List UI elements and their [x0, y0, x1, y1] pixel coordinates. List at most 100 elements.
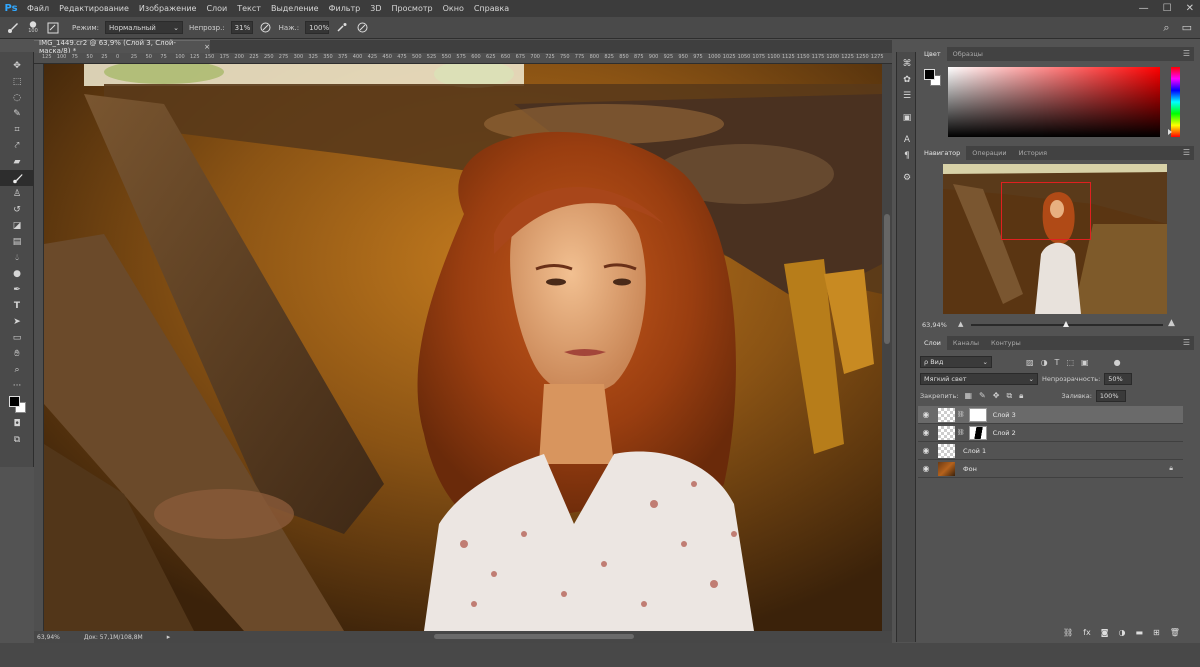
color-swatches[interactable]	[0, 394, 34, 416]
opacity-input[interactable]: 31%	[230, 21, 253, 34]
blur-tool-icon[interactable]: 💧︎	[0, 250, 34, 266]
quick-select-tool-icon[interactable]: ✎	[0, 106, 34, 122]
document-tab[interactable]: IMG_1449.cr2 @ 63,9% (Слой 3, Слой-маска…	[34, 39, 210, 55]
filter-pixel-icon[interactable]: ▨	[1026, 358, 1034, 367]
layer-lock-icon[interactable]: 🔒︎	[1169, 464, 1173, 473]
layer-row-1[interactable]: ◉ Слой 1	[918, 442, 1183, 460]
path-select-tool-icon[interactable]: ➤	[0, 314, 34, 330]
close-tab-icon[interactable]: ×	[204, 43, 210, 51]
visibility-eye-icon[interactable]: ◉	[918, 446, 934, 455]
pen-tool-icon[interactable]: ✒	[0, 282, 34, 298]
maximize-button[interactable]: ☐	[1163, 3, 1172, 14]
new-layer-icon[interactable]: ⊞	[1153, 628, 1160, 637]
layer-name[interactable]: Слой 1	[963, 447, 986, 455]
history-brush-tool-icon[interactable]: ↺	[0, 202, 34, 218]
eyedropper-tool-icon[interactable]: ⤤	[0, 138, 34, 154]
navigator-thumbnail[interactable]	[943, 164, 1167, 314]
quick-mask-icon[interactable]: ◘	[0, 416, 34, 432]
vertical-scrollbar[interactable]	[882, 64, 892, 631]
navigator-view-box[interactable]	[1001, 182, 1091, 240]
character-panel-icon[interactable]: A	[897, 132, 917, 148]
workspace-icon[interactable]: ▭	[1182, 21, 1192, 35]
adjustment-layer-icon[interactable]: ◑	[1118, 628, 1125, 637]
layer-name[interactable]: Фон	[963, 465, 977, 473]
menu-file[interactable]: Файл	[22, 4, 54, 13]
filter-toggle-icon[interactable]: ●	[1114, 358, 1121, 367]
filter-smart-icon[interactable]: ▣	[1081, 358, 1089, 367]
tab-layers[interactable]: Слои	[918, 336, 947, 350]
layer-thumbnail[interactable]	[938, 443, 955, 458]
stamp-tool-icon[interactable]: ♙	[0, 186, 34, 202]
tab-swatches[interactable]: Образцы	[947, 47, 989, 61]
lock-pixels-icon[interactable]: ✎	[979, 391, 986, 401]
status-arrow-icon[interactable]: ▸	[167, 633, 171, 641]
paragraph-panel-icon[interactable]: ¶	[897, 148, 917, 164]
mask-link-icon[interactable]: ⛓	[957, 429, 965, 436]
navigator-zoom[interactable]: 63,94%	[922, 321, 947, 329]
menu-filter[interactable]: Фильтр	[324, 4, 366, 13]
actions-panel-icon[interactable]: ⚙	[897, 170, 917, 186]
flow-input[interactable]: 100%	[305, 21, 329, 34]
more-tools-icon[interactable]: ···	[0, 378, 34, 394]
brush-panel-toggle-icon[interactable]	[46, 21, 60, 35]
fill-input[interactable]: 100%	[1095, 390, 1126, 402]
brush-tool-active-icon[interactable]	[0, 170, 34, 186]
close-button[interactable]: ✕	[1186, 3, 1194, 14]
lasso-tool-icon[interactable]: ◌	[0, 90, 34, 106]
layer-mask-thumbnail[interactable]	[968, 407, 987, 422]
layer-opacity-input[interactable]: 50%	[1104, 373, 1133, 385]
layer-thumbnail[interactable]	[938, 407, 955, 422]
layer-style-icon[interactable]: fx	[1083, 628, 1091, 637]
lock-transparent-icon[interactable]: ▦	[964, 391, 972, 401]
tab-actions[interactable]: Операции	[966, 146, 1012, 160]
tab-color[interactable]: Цвет	[918, 47, 947, 61]
visibility-eye-icon[interactable]: ◉	[918, 428, 934, 437]
navigator-zoom-slider[interactable]	[971, 321, 1163, 327]
type-tool-icon[interactable]: T	[0, 298, 34, 314]
mode-select[interactable]: Нормальный ⌄	[105, 21, 184, 34]
layer-mask-thumbnail[interactable]	[968, 425, 987, 440]
scroll-thumb[interactable]	[884, 214, 890, 344]
filter-adjustment-icon[interactable]: ◑	[1041, 358, 1048, 367]
size-pressure-icon[interactable]	[355, 21, 369, 35]
layer-name[interactable]: Слой 2	[993, 429, 1016, 437]
move-tool-icon[interactable]: ✥	[0, 58, 34, 74]
slider-knob[interactable]	[1063, 321, 1069, 327]
menu-help[interactable]: Справка	[469, 4, 514, 13]
opacity-pressure-icon[interactable]	[259, 21, 273, 35]
menu-image[interactable]: Изображение	[134, 4, 202, 13]
history-panel-icon[interactable]: ⌘	[897, 56, 917, 72]
healing-tool-icon[interactable]: ▰	[0, 154, 34, 170]
zoom-tool-icon[interactable]: ⌕	[0, 362, 34, 378]
lock-artboard-icon[interactable]: ⧉	[1006, 391, 1012, 401]
add-mask-icon[interactable]: ◙	[1101, 628, 1109, 637]
menu-view[interactable]: Просмотр	[387, 4, 438, 13]
properties-panel-icon[interactable]: ▣	[897, 110, 917, 126]
layer-thumbnail[interactable]	[938, 425, 955, 440]
color-panel-swatches[interactable]	[924, 69, 942, 87]
brush-tool-icon[interactable]	[6, 21, 20, 35]
tab-paths[interactable]: Контуры	[985, 336, 1027, 350]
horizontal-scrollbar[interactable]	[434, 634, 634, 639]
blend-mode-select[interactable]: Мягкий свет ⌄	[920, 373, 1038, 385]
layer-row-background[interactable]: ◉ Фон 🔒︎	[918, 460, 1183, 478]
layer-thumbnail[interactable]	[938, 461, 955, 476]
tab-channels[interactable]: Каналы	[947, 336, 985, 350]
marquee-tool-icon[interactable]: ⬚	[0, 74, 34, 90]
hand-tool-icon[interactable]: ✋︎	[0, 346, 34, 362]
link-layers-icon[interactable]: ⛓	[1063, 628, 1073, 637]
screen-mode-icon[interactable]: ⧉	[0, 432, 34, 448]
menu-type[interactable]: Текст	[232, 4, 266, 13]
lock-all-icon[interactable]: 🔒︎	[1019, 391, 1023, 401]
hue-slider[interactable]	[1171, 67, 1180, 137]
status-zoom[interactable]: 63,94%	[37, 634, 60, 641]
menu-select[interactable]: Выделение	[266, 4, 324, 13]
visibility-eye-icon[interactable]: ◉	[918, 410, 934, 419]
panel-menu-icon[interactable]: ☰	[1183, 49, 1190, 58]
eraser-tool-icon[interactable]: ◪	[0, 218, 34, 234]
dodge-tool-icon[interactable]: ●	[0, 266, 34, 282]
crop-tool-icon[interactable]: ⌗	[0, 122, 34, 138]
layer-row-3[interactable]: ◉ ⛓ Слой 3	[918, 406, 1183, 424]
menu-layers[interactable]: Слои	[201, 4, 232, 13]
gradient-tool-icon[interactable]: ▤	[0, 234, 34, 250]
